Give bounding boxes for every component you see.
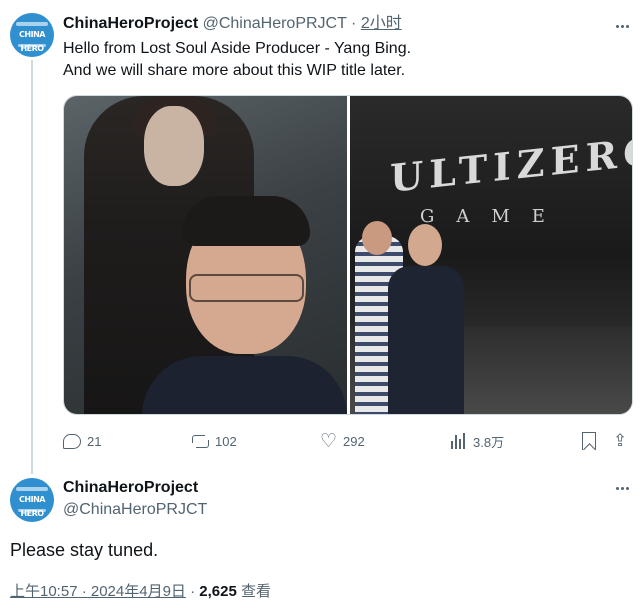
avatar-decoration-top [16, 487, 48, 491]
tweet-actions: 21 102 ♡ 292 3.8万 ⇪ [63, 430, 635, 452]
header-separator: · [351, 15, 357, 32]
author-handle[interactable]: @ChinaHeroPRJCT [203, 15, 347, 32]
retweet-count: 102 [215, 433, 237, 449]
avatar-logo-text: CHINA HERO [19, 495, 45, 518]
person-dark-sweater [388, 266, 464, 414]
statue-face [144, 106, 204, 186]
avatar[interactable]: CHINA HERO [10, 13, 54, 57]
retweet-icon [191, 432, 209, 450]
avatar-decoration-bottom [18, 509, 46, 512]
views-count: 3.8万 [473, 434, 505, 450]
share-icon: ⇪ [613, 431, 628, 451]
avatar-logo-text: CHINA HERO [19, 30, 45, 53]
tweet-text-line2: And we will share more about this WIP ti… [63, 62, 406, 79]
like-button[interactable]: ♡ 292 [320, 430, 365, 452]
bookmark-button[interactable] [582, 430, 596, 452]
person-glasses [189, 274, 304, 302]
more-dots-icon[interactable] [612, 478, 632, 498]
person-body [142, 356, 347, 414]
tweet-text-line1: Hello from Lost Soul Aside Producer - Ya… [63, 40, 412, 57]
avatar-decoration-bottom [18, 44, 46, 47]
photo-right[interactable]: ULTIZERO GAME [350, 96, 632, 414]
view-label: 查看 [240, 583, 271, 600]
tweet-time-link[interactable]: 2小时 [361, 15, 402, 32]
reply-icon [63, 433, 81, 449]
author-handle[interactable]: @ChinaHeroPRJCT [63, 500, 207, 520]
tweet-timestamp-link[interactable]: 上午10:57 · 2024年4月9日 [10, 583, 186, 600]
avatar[interactable]: CHINA HERO [10, 478, 54, 522]
heart-icon: ♡ [320, 430, 338, 452]
person-dark-head [408, 224, 442, 266]
share-button[interactable]: ⇪ [613, 430, 627, 452]
person-hair [182, 196, 310, 246]
views-chart-icon [451, 433, 467, 449]
tweet-text: Please stay tuned. [10, 540, 159, 560]
author-name[interactable]: ChinaHeroProject [63, 15, 198, 32]
tweet-meta: 上午10:57 · 2024年4月9日 · 2,625 查看 [10, 582, 271, 602]
tweet-media[interactable]: ULTIZERO GAME [63, 95, 633, 415]
tweet-text: Hello from Lost Soul Aside Producer - Ya… [63, 38, 411, 82]
views-button[interactable]: 3.8万 [451, 430, 504, 452]
person-striped-head [362, 221, 392, 255]
bookmark-icon [582, 432, 596, 450]
office-sign-subtext: GAME [420, 206, 567, 227]
avatar-decoration-top [16, 22, 48, 26]
thread-connector-line [31, 60, 33, 474]
reply-button[interactable]: 21 [63, 430, 101, 452]
more-dots-icon[interactable] [612, 16, 632, 36]
tweet-header: ChinaHeroProject @ChinaHeroPRJCT · 2小时 [63, 13, 402, 35]
like-count: 292 [343, 433, 365, 449]
reply-count: 21 [87, 433, 102, 449]
author-name[interactable]: ChinaHeroProject [63, 478, 198, 498]
photo-left[interactable] [64, 96, 347, 414]
retweet-button[interactable]: 102 [191, 430, 237, 452]
meta-separator: · [190, 583, 196, 600]
view-count: 2,625 [199, 583, 237, 600]
